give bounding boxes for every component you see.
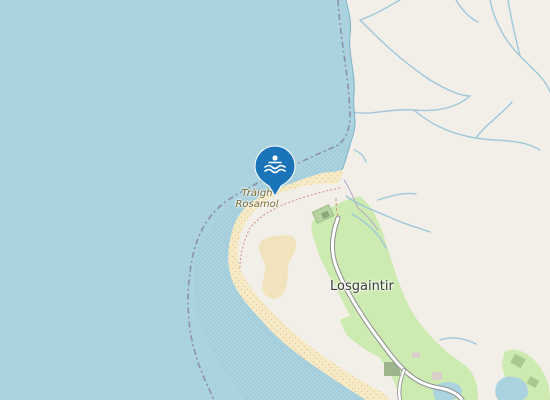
beach-name-line1: Tràigh <box>241 188 273 199</box>
building <box>412 352 420 358</box>
place-name-label: Losgaintir <box>330 279 394 294</box>
building <box>432 372 442 380</box>
beach-name-line2: Rosamol <box>235 199 279 210</box>
beach-name-label: Tràigh Rosamol <box>232 188 282 210</box>
map-view[interactable]: Tràigh Rosamol Losgaintir <box>0 0 550 400</box>
